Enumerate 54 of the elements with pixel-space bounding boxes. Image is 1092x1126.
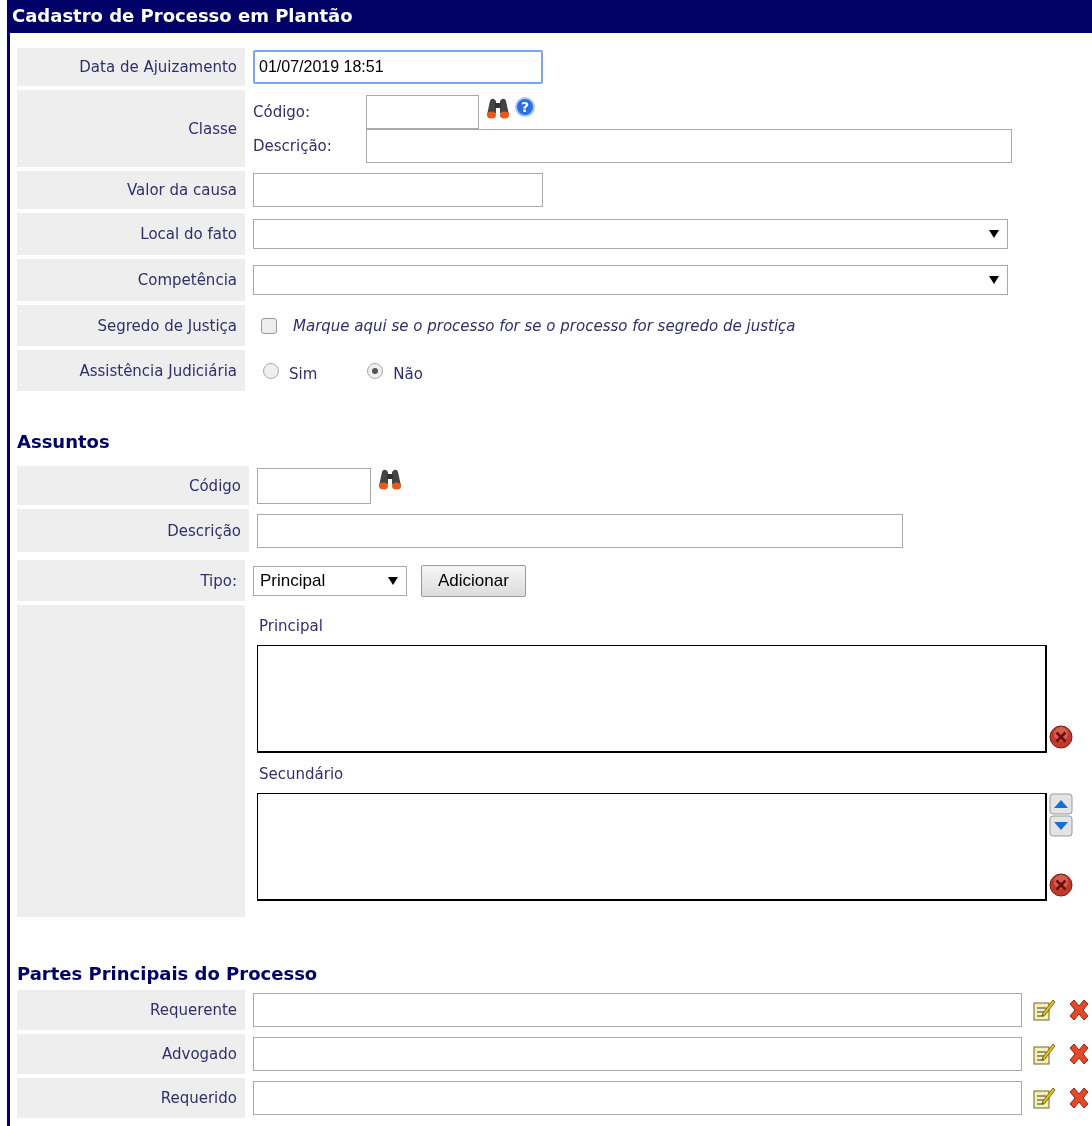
code-field[interactable] — [366, 94, 479, 129]
dropdown[interactable] — [253, 265, 1008, 295]
binoculars-icon[interactable] — [485, 96, 511, 119]
type-dropdown[interactable]: Principal — [253, 565, 407, 596]
field-label: Assistência Judiciária — [79, 361, 237, 380]
form-title: Cadastro de Processo em Plantão — [10, 0, 1092, 33]
field-label: Segredo de Justiça — [97, 316, 237, 335]
code-field[interactable] — [257, 467, 371, 504]
section-heading: Assuntos — [17, 431, 111, 452]
edit-icon[interactable] — [1032, 998, 1056, 1022]
list-label: Secundário — [259, 765, 345, 783]
field-label: Valor da causa — [127, 181, 237, 199]
remove-button[interactable] — [1049, 725, 1073, 749]
field-label: Local do fato — [140, 225, 237, 243]
checkbox-hint: Marque aqui se o processo for se o processo for segredo de justiça — [293, 316, 796, 335]
remove-button[interactable] — [1049, 873, 1073, 897]
caret-icon — [989, 276, 999, 284]
field-label: Competência — [137, 271, 237, 289]
text-field[interactable]: 01/07/2019 18:51 — [253, 50, 543, 84]
description-field[interactable] — [366, 128, 1012, 163]
field-label: Tipo: — [200, 571, 237, 590]
field-label: Advogado — [162, 1045, 237, 1063]
description-field[interactable] — [257, 513, 903, 548]
dropdown[interactable] — [253, 219, 1008, 249]
radio-button[interactable] — [263, 362, 279, 379]
caret-icon — [989, 230, 999, 238]
field-label: Requerente — [150, 1001, 237, 1019]
caret-icon — [388, 576, 398, 585]
text-field[interactable] — [253, 993, 1022, 1027]
field-label: Data de Ajuizamento — [79, 58, 237, 76]
field-label: Descrição: — [253, 136, 333, 155]
list-box[interactable] — [257, 793, 1047, 901]
section-heading: Partes Principais do Processo — [17, 963, 319, 984]
edit-icon[interactable] — [1032, 1042, 1056, 1066]
text-field[interactable] — [253, 173, 543, 207]
move-down-button[interactable] — [1049, 815, 1073, 837]
field-label: Descrição — [167, 521, 241, 540]
field-label: Código — [188, 476, 241, 495]
radio-label: Sim — [289, 364, 318, 383]
text-field[interactable] — [253, 1081, 1022, 1115]
radio-label: Não — [393, 364, 423, 383]
help-button[interactable]: ? — [515, 96, 535, 117]
field-label: Requerido — [160, 1089, 237, 1107]
add-button[interactable]: Adicionar — [421, 564, 526, 597]
checkbox[interactable] — [261, 317, 277, 334]
list-label: Principal — [259, 617, 324, 635]
edit-icon[interactable] — [1032, 1086, 1056, 1110]
text-field[interactable] — [253, 1037, 1022, 1071]
radio-button[interactable] — [367, 362, 384, 379]
list-box[interactable] — [257, 645, 1047, 753]
binoculars-icon[interactable] — [377, 467, 403, 490]
move-up-button[interactable] — [1049, 793, 1073, 815]
field-label: Código: — [253, 102, 312, 121]
field-label: Classe — [188, 119, 237, 138]
